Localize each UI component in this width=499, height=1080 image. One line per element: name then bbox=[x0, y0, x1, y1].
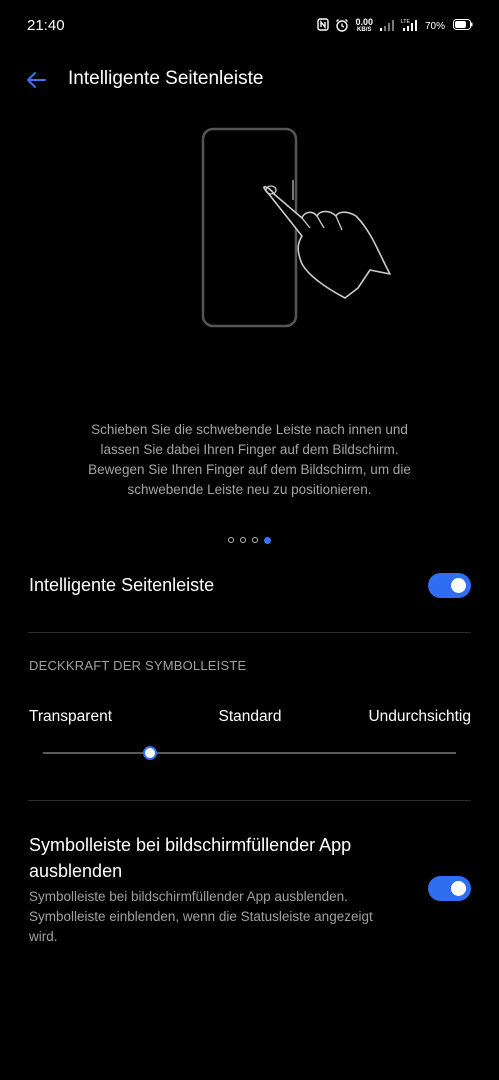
page-dot[interactable] bbox=[228, 537, 234, 543]
toggle-knob bbox=[451, 881, 466, 896]
net-speed-unit: KB/S bbox=[357, 27, 372, 33]
back-button[interactable] bbox=[20, 64, 52, 96]
lte-signal-icon: LTE bbox=[401, 18, 419, 34]
hide-toolbar-title: Symbolleiste bei bildschirmfüllender App… bbox=[29, 835, 352, 881]
battery-percent: 70% bbox=[424, 20, 445, 32]
toggle-knob bbox=[451, 578, 466, 593]
net-speed-value: 0.00 bbox=[355, 17, 373, 27]
illustration bbox=[190, 120, 400, 340]
hide-toolbar-toggle[interactable] bbox=[428, 876, 471, 901]
page-dot[interactable] bbox=[252, 537, 258, 543]
divider bbox=[28, 632, 471, 633]
status-bar: 21:40 0.00 KB/S LTE 70% bbox=[0, 0, 499, 52]
smart-sidebar-label: Intelligente Seitenleiste bbox=[29, 575, 215, 595]
opacity-label-opaque: Undurchsichtig bbox=[368, 708, 471, 725]
page-indicator bbox=[0, 537, 499, 544]
app-bar: Intelligente Seitenleiste bbox=[0, 56, 499, 104]
smart-sidebar-toggle[interactable] bbox=[428, 573, 471, 598]
page-title: Intelligente Seitenleiste bbox=[68, 68, 264, 89]
opacity-slider-labels: Transparent Standard Undurchsichtig bbox=[29, 708, 471, 730]
hand-outline bbox=[263, 185, 391, 299]
page-dot-active[interactable] bbox=[264, 537, 271, 544]
opacity-section-header: DECKKRAFT DER SYMBOLLEISTE bbox=[29, 658, 247, 673]
alarm-icon bbox=[335, 18, 349, 35]
divider bbox=[28, 800, 471, 801]
illustration-description: Schieben Sie die schwebende Leiste nach … bbox=[88, 421, 411, 497]
nfc-icon bbox=[317, 18, 330, 34]
status-icons: 0.00 KB/S LTE 70% bbox=[317, 15, 473, 37]
opacity-slider-thumb[interactable] bbox=[143, 746, 158, 760]
opacity-slider[interactable] bbox=[43, 746, 456, 760]
hide-toolbar-description: Symbolleiste bei bildschirmfüllender App… bbox=[29, 889, 373, 944]
signal-icon bbox=[379, 19, 395, 34]
net-speed: 0.00 KB/S bbox=[355, 18, 373, 34]
status-time: 21:40 bbox=[27, 17, 65, 34]
page-dot[interactable] bbox=[240, 537, 246, 543]
phone-outline bbox=[201, 127, 298, 328]
svg-text:LTE: LTE bbox=[401, 19, 410, 25]
phone-gesture-illustration bbox=[201, 127, 391, 328]
arrow-left-icon bbox=[27, 72, 46, 88]
battery-icon bbox=[453, 19, 473, 33]
